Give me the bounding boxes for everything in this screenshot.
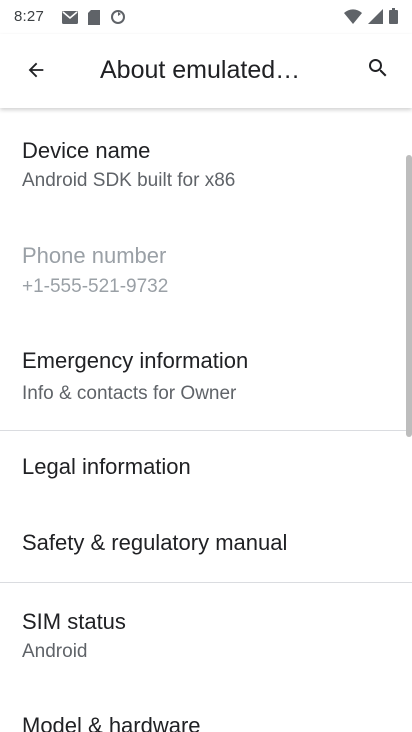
item-title: SIM status <box>22 609 126 634</box>
search-icon <box>366 56 390 85</box>
status-time: 8:27 <box>14 8 44 25</box>
item-title: Legal information <box>22 454 191 479</box>
gmail-icon <box>62 10 78 28</box>
list-item-sim-status[interactable]: SIM status Android <box>0 583 412 683</box>
list-item-phone-number: Phone number +1-555-521-9732 <box>0 218 412 318</box>
battery-icon <box>389 8 398 28</box>
app-bar: About emulated… <box>0 34 412 108</box>
item-title: Device name <box>22 138 151 163</box>
list-item-device-name[interactable]: Device name Android SDK built for x86 <box>0 108 412 208</box>
back-button[interactable] <box>20 56 52 88</box>
list-item-legal-information[interactable]: Legal information <box>0 431 412 501</box>
item-title: Phone number <box>22 243 167 268</box>
scrollbar[interactable] <box>406 155 412 437</box>
list-item-model-hardware[interactable]: Model & hardware <box>0 693 412 732</box>
search-button[interactable] <box>362 54 394 86</box>
sync-icon <box>110 9 126 29</box>
list-item-safety-regulatory-manual[interactable]: Safety & regulatory manual <box>0 508 412 580</box>
item-title: Safety & regulatory manual <box>22 530 288 555</box>
item-summary: +1-555-521-9732 <box>22 276 169 297</box>
arrow-back-icon <box>25 59 47 86</box>
cell-signal-icon <box>368 8 383 28</box>
item-title: Emergency information <box>22 348 249 373</box>
wifi-icon <box>344 8 362 28</box>
status-bar: 8:27 <box>0 0 412 34</box>
item-summary: Android SDK built for x86 <box>22 170 236 191</box>
settings-list[interactable]: Device name Android SDK built for x86 Ph… <box>0 108 412 732</box>
item-summary: Android <box>22 641 88 662</box>
sd-card-icon <box>88 9 100 29</box>
item-summary: Info & contacts for Owner <box>22 383 237 404</box>
system-icons <box>344 8 398 28</box>
item-title: Model & hardware <box>22 713 201 732</box>
page-title: About emulated… <box>100 56 301 84</box>
list-item-emergency-information[interactable]: Emergency information Info & contacts fo… <box>0 323 412 428</box>
notification-icons <box>62 9 126 29</box>
